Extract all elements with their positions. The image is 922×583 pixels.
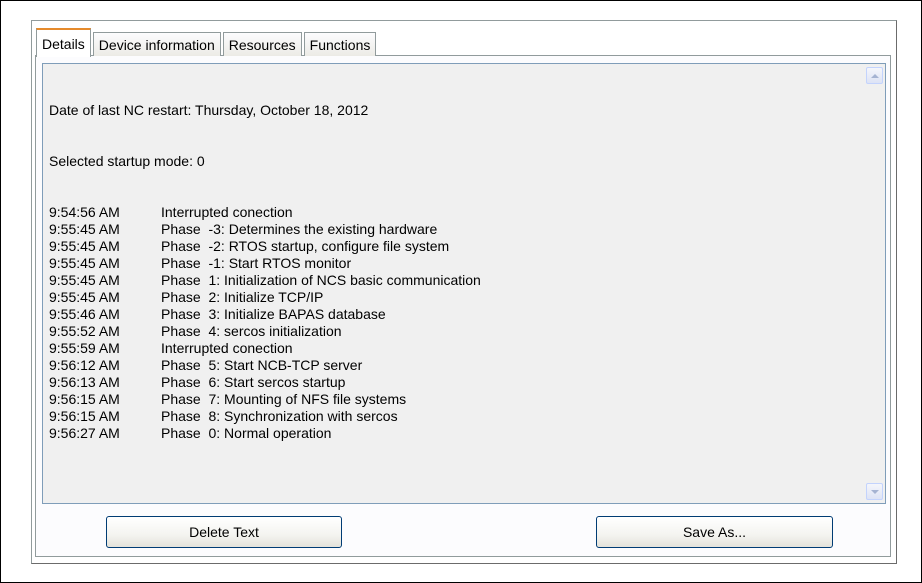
log-entry-message: Phase -3: Determines the existing hardwa… (161, 221, 438, 237)
log-entry-message: Interrupted conection (161, 340, 293, 356)
log-entry: 9:55:59 AM Interrupted conection (49, 340, 859, 357)
log-entry: 9:55:45 AM Phase 2: Initialize TCP/IP (49, 289, 859, 306)
log-entry: 9:55:45 AM Phase -3: Determines the exist… (49, 221, 859, 238)
log-entry: 9:56:12 AM Phase 5: Start NCB-TCP server (49, 357, 859, 374)
log-entry-message: Phase -1: Start RTOS monitor (161, 255, 352, 271)
log-entry: 9:55:45 AM Phase -2: RTOS startup, config… (49, 238, 859, 255)
log-entries: 9:54:56 AM Interrupted conection 9:55:45 A… (49, 204, 859, 442)
log-entry: 9:56:13 AM Phase 6: Start sercos startup (49, 374, 859, 391)
log-entry-message: Phase 8: Synchronization with sercos (161, 408, 398, 424)
log-entry-time: 9:55:45 AM (49, 272, 120, 288)
log-entry: 9:55:45 AM Phase -1: Start RTOS monitor (49, 255, 859, 272)
tab-resources[interactable]: Resources (222, 32, 302, 56)
log-entry: 9:56:15 AM Phase 8: Synchronization with … (49, 408, 859, 425)
log-entry-time: 9:56:15 AM (49, 408, 120, 424)
log-entry-time: 9:56:12 AM (49, 357, 120, 373)
log-entry-time: 9:55:52 AM (49, 323, 120, 339)
save-as-button[interactable]: Save As... (596, 516, 833, 548)
log-entry-time: 9:55:46 AM (49, 306, 120, 322)
log-entry-message: Phase 6: Start sercos startup (161, 374, 346, 390)
log-entry: 9:55:46 AM Phase 3: Initialize BAPAS data… (49, 306, 859, 323)
log-entry: 9:54:56 AM Interrupted conection (49, 204, 859, 221)
delete-text-button[interactable]: Delete Text (106, 516, 342, 548)
log-entry: 9:55:52 AM Phase 4: sercos initialization (49, 323, 859, 340)
log-text-area[interactable]: Date of last NC restart: Thursday, Octob… (42, 63, 886, 504)
log-text: Date of last NC restart: Thursday, Octob… (49, 68, 859, 476)
tab-device-information[interactable]: Device information (92, 32, 221, 56)
log-entry-message: Phase 4: sercos initialization (161, 323, 342, 339)
log-entry-time: 9:56:27 AM (49, 425, 120, 441)
log-entry-time: 9:55:59 AM (49, 340, 120, 356)
log-entry-message: Phase 5: Start NCB-TCP server (161, 357, 363, 373)
tab-details[interactable]: Details (36, 28, 91, 57)
scroll-up-arrow-icon[interactable] (866, 67, 883, 84)
log-entry-time: 9:54:56 AM (49, 204, 120, 220)
log-entry-message: Phase -2: RTOS startup, configure file s… (161, 238, 450, 254)
log-entry: 9:55:45 AM Phase 1: Initialization of NCS… (49, 272, 859, 289)
log-entry-time: 9:55:45 AM (49, 255, 120, 271)
log-entry-message: Phase 2: Initialize TCP/IP (161, 289, 324, 305)
log-entry-message: Phase 1: Initialization of NCS basic com… (161, 272, 481, 288)
log-entry-time: 9:56:13 AM (49, 374, 120, 390)
log-entry-message: Interrupted conection (161, 204, 293, 220)
log-entry-time: 9:55:45 AM (49, 221, 120, 237)
log-header-line: Date of last NC restart: Thursday, Octob… (49, 102, 369, 118)
tab-strip: Details Device information Resources Fun… (36, 27, 378, 57)
log-entry-message: Phase 0: Normal operation (161, 425, 332, 441)
tab-functions[interactable]: Functions (303, 32, 377, 56)
log-header-line: Selected startup mode: 0 (49, 153, 205, 169)
log-entry-message: Phase 3: Initialize BAPAS database (161, 306, 386, 322)
log-entry-message: Phase 7: Mounting of NFS file systems (161, 391, 407, 407)
log-entry-time: 9:55:45 AM (49, 238, 120, 254)
log-entry-time: 9:56:15 AM (49, 391, 120, 407)
log-entry-time: 9:55:45 AM (49, 289, 120, 305)
vertical-scrollbar[interactable] (865, 65, 884, 502)
log-entry: 9:56:15 AM Phase 7: Mounting of NFS file … (49, 391, 859, 408)
log-entry: 9:56:27 AM Phase 0: Normal operation (49, 425, 859, 442)
scroll-down-arrow-icon[interactable] (866, 483, 883, 500)
